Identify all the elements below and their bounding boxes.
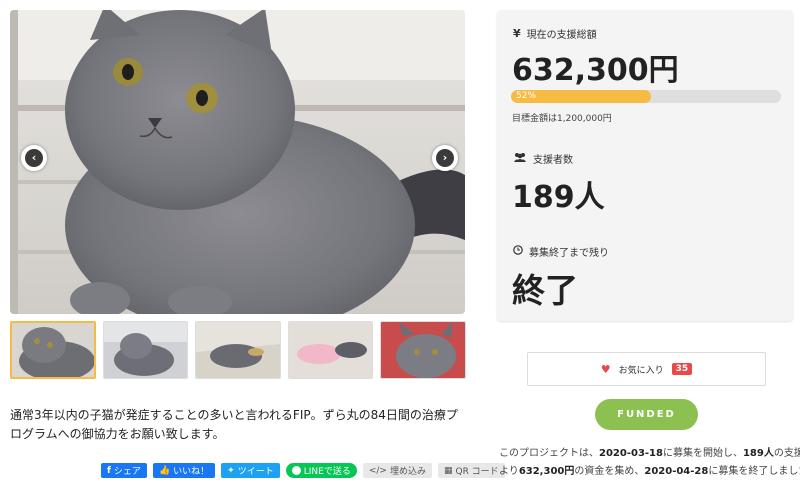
share-buttons: f シェア 👍 いいね！ ✦ ツイート LINEで送る </> 埋め込み ▦ Q… xyxy=(101,463,505,478)
thumbnail-image xyxy=(288,322,373,378)
project-summary: このプロジェクトは、2020-03-18に募集を開始し、189人の支援に より6… xyxy=(499,445,800,481)
qr-code-icon: ▦ xyxy=(443,465,453,476)
thumbnail-image xyxy=(381,322,466,378)
time-remaining-label-text: 募集終了まで残り xyxy=(529,248,609,259)
thumbnail-image xyxy=(12,323,94,377)
summary-text: に募集を開始し、 xyxy=(662,448,743,459)
facebook-share-button[interactable]: f シェア xyxy=(101,463,147,478)
funding-progress-bar: 52% xyxy=(511,90,781,103)
embed-button[interactable]: </> 埋め込み xyxy=(362,463,432,478)
time-remaining-label: 募集終了まで残り xyxy=(513,244,609,259)
tweet-button[interactable]: ✦ ツイート xyxy=(221,463,280,478)
line-share-button[interactable]: LINEで送る xyxy=(285,463,357,478)
summary-supporters: 189人 xyxy=(742,448,774,459)
heart-icon: ♥ xyxy=(600,362,611,376)
twitter-icon: ✦ xyxy=(227,465,235,476)
code-icon: </> xyxy=(368,465,387,476)
supporters-label: 支援者数 xyxy=(513,151,573,166)
start-date: 2020-03-18 xyxy=(599,448,663,459)
facebook-share-label: シェア xyxy=(113,467,141,477)
supporters-label-text: 支援者数 xyxy=(533,155,573,166)
thumbs-up-icon: 👍 xyxy=(158,465,171,476)
total-funding-label-text: 現在の支援総額 xyxy=(526,30,597,41)
summary-text: このプロジェクトは、 xyxy=(499,448,599,459)
thumbnail-4[interactable] xyxy=(287,321,374,379)
end-date: 2020-04-28 xyxy=(644,466,709,477)
thumbnail-image xyxy=(196,322,280,378)
time-remaining-value: 終了 xyxy=(512,271,578,310)
summary-text: に募集を終了しました xyxy=(708,466,800,477)
main-project-photo xyxy=(10,10,465,314)
gallery-prev-button[interactable]: ‹ xyxy=(21,145,47,171)
thumbnail-2[interactable] xyxy=(102,321,189,379)
clock-icon xyxy=(513,245,523,258)
summary-line-1: このプロジェクトは、2020-03-18に募集を開始し、189人の支援に xyxy=(499,445,800,463)
thumbnail-strip xyxy=(10,321,466,379)
facebook-icon: f xyxy=(107,465,111,476)
summary-text: の支援に xyxy=(773,448,800,459)
embed-label: 埋め込み xyxy=(389,467,426,477)
tweet-label: ツイート xyxy=(237,467,274,477)
gallery-next-button[interactable]: › xyxy=(432,145,458,171)
progress-percent: 52% xyxy=(516,91,537,101)
like-label: いいね！ xyxy=(173,467,210,477)
chevron-right-icon: › xyxy=(436,149,454,167)
goal-amount: 目標金額は1,200,000円 xyxy=(512,114,612,124)
summary-text: より xyxy=(499,466,519,477)
yen-icon: ¥ xyxy=(513,27,521,40)
favorite-label: お気に入り xyxy=(618,365,664,376)
line-icon xyxy=(291,466,301,475)
funding-stats-panel: ¥ 現在の支援総額 632,300円 52% 目標金額は1,200,000円 支… xyxy=(497,10,793,321)
chevron-left-icon: ‹ xyxy=(25,149,43,167)
project-description: 通常3年以内の子猫が発症することの多いと言われるFIP。ずら丸の84日間の治療プ… xyxy=(10,408,458,441)
total-funding-label: ¥ 現在の支援総額 xyxy=(513,26,597,41)
funded-status-badge: FUNDED xyxy=(595,399,698,430)
favorite-count-badge: 35 xyxy=(671,363,693,375)
thumbnail-image xyxy=(103,322,188,378)
thumbnail-5[interactable] xyxy=(380,321,466,379)
total-funding-value: 632,300円 xyxy=(512,53,679,88)
line-label: LINEで送る xyxy=(303,467,351,477)
summary-amount: 632,300円 xyxy=(518,466,575,477)
supporters-value: 189人 xyxy=(512,180,605,215)
summary-line-2: より632,300円の資金を集め、2020-04-28に募集を終了しました xyxy=(499,463,800,481)
thumbnail-3[interactable] xyxy=(195,321,281,379)
favorite-button[interactable]: ♥ お気に入り 35 xyxy=(527,352,766,386)
thumbnail-1[interactable] xyxy=(10,321,96,379)
facebook-like-button[interactable]: 👍 いいね！ xyxy=(152,463,216,478)
summary-text: の資金を集め、 xyxy=(574,466,645,477)
cat-photo-image xyxy=(10,10,465,314)
users-icon xyxy=(513,152,527,165)
qr-label: QR コード xyxy=(455,467,499,477)
qr-code-button[interactable]: ▦ QR コード xyxy=(437,463,505,478)
